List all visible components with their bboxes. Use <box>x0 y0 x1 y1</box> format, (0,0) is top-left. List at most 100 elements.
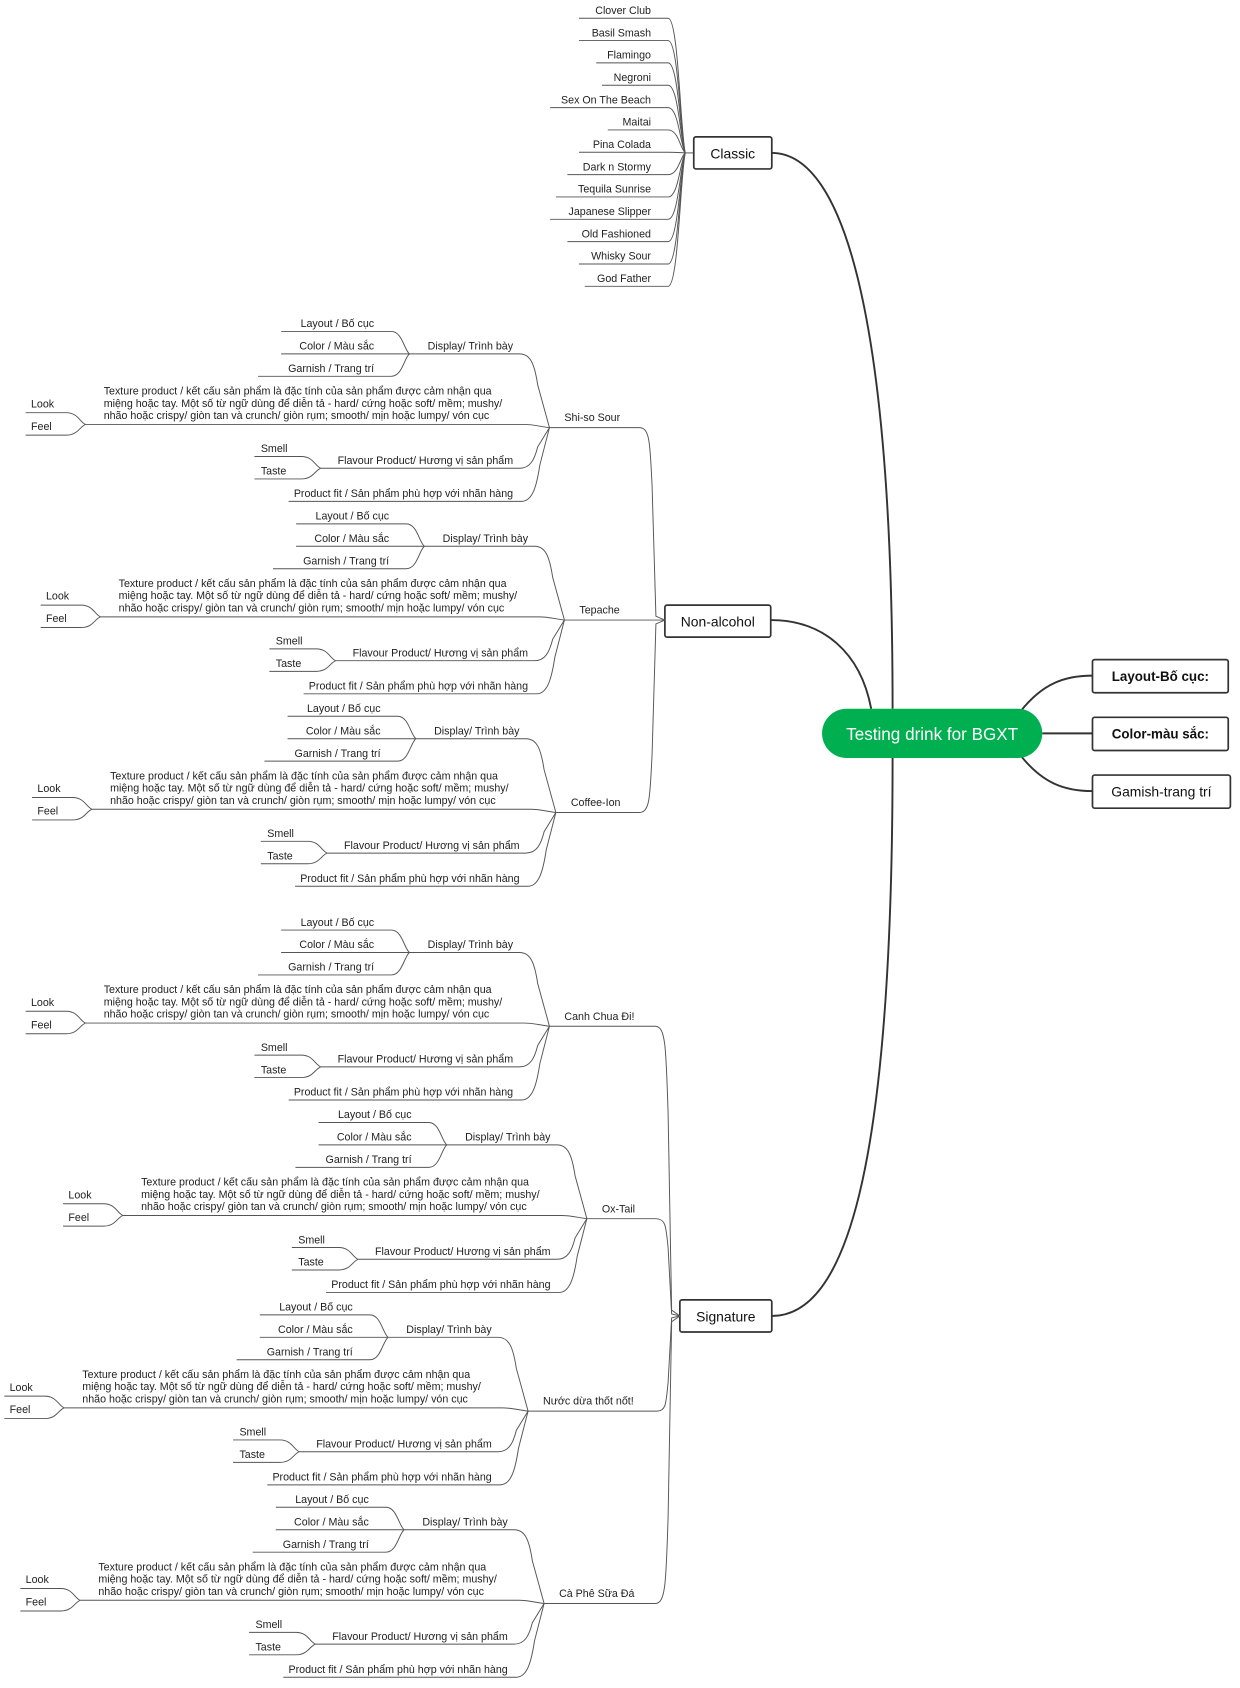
classic-item[interactable]: Dark n Stormy <box>567 152 686 176</box>
texture-branch[interactable]: Texture product / kết cấu sản phẩm là đặ… <box>63 1177 587 1227</box>
flavour-item[interactable]: Taste <box>260 851 328 865</box>
flavour-branch[interactable]: Flavour Product/ Hương vị sản phẩm Smell T… <box>233 1410 529 1463</box>
texture-branch[interactable]: Texture product / kết cấu sản phẩm là đặ… <box>32 770 556 821</box>
flavour-item[interactable]: Taste <box>233 1449 300 1463</box>
display-item[interactable]: Garnish / Trang trí <box>258 353 410 377</box>
flavour-item[interactable]: Taste <box>249 1642 316 1656</box>
flavour-item[interactable]: Taste <box>254 466 321 480</box>
display-item[interactable]: Color / Màu sắc <box>287 724 416 740</box>
topic-signature[interactable]: Signature <box>679 1299 773 1333</box>
flavour-item[interactable]: Taste <box>269 658 336 672</box>
branch-root-signature <box>771 757 894 1317</box>
texture-branch[interactable]: Texture product / kết cấu sản phẩm là đặ… <box>4 1369 529 1420</box>
drink-node[interactable]: Shi-so Sour <box>564 412 620 424</box>
product-fit-label: Product fit / Sản phẩm phù hợp với nhãn … <box>309 681 528 693</box>
drink-label: Cà Phê Sữa Đá <box>559 1588 634 1600</box>
flavour-branch[interactable]: Flavour Product/ Hương vị sản phẩm Smell T… <box>254 427 550 480</box>
display-item-label: Garnish / Trang trí <box>303 555 389 567</box>
display-item[interactable]: Color / Màu sắc <box>259 1323 389 1338</box>
texture-branch[interactable]: Texture product / kết cấu sản phẩm là đặ… <box>25 984 550 1035</box>
topic-layout[interactable]: Layout-Bố cục: <box>1091 658 1230 694</box>
mind-map-canvas: Testing drink for BGXT Layout-Bố cục: Co… <box>4 5 1232 1678</box>
flavour-label: Flavour Product/ Hương vị sản phẩm <box>375 1246 551 1258</box>
display-item-label: Layout / Bố cục <box>279 1302 353 1314</box>
drink-group: Ox-Tail Display/ Trình bày Layout / Bố cục… <box>63 1109 680 1317</box>
root-topic[interactable]: Testing drink for BGXT <box>822 708 1043 758</box>
display-label: Display/ Trình bày <box>465 1132 551 1144</box>
display-item[interactable]: Color / Màu sắc <box>281 340 410 355</box>
flavour-item[interactable]: Smell <box>269 636 336 662</box>
topic-non-alcohol[interactable]: Non-alcohol <box>664 604 772 639</box>
display-item-label: Garnish / Trang trí <box>283 1539 369 1551</box>
drink-group: Nước dừa thốt nốt! Display/ Trình bày Layo… <box>4 1302 680 1486</box>
texture-item[interactable]: Feel <box>20 1597 81 1612</box>
display-item[interactable]: Garnish / Trang trí <box>264 738 417 762</box>
texture-line <box>64 1407 529 1412</box>
texture-item[interactable]: Feel <box>25 421 86 436</box>
display-item[interactable]: Color / Màu sắc <box>281 938 410 953</box>
texture-item[interactable]: Feel <box>4 1404 65 1420</box>
display-item[interactable]: Garnish / Trang trí <box>252 1529 405 1553</box>
texture-item-label: Feel <box>46 613 67 625</box>
drink-node[interactable]: Cà Phê Sữa Đá <box>559 1588 634 1600</box>
mind-map-nodes: Testing drink for BGXT Layout-Bố cục: Co… <box>4 5 1232 1678</box>
drink-node[interactable]: Canh Chua Đi! <box>564 1011 634 1023</box>
texture-item[interactable]: Feel <box>63 1212 124 1227</box>
display-item[interactable]: Color / Màu sắc <box>275 1515 405 1531</box>
display-item[interactable]: Garnish / Trang trí <box>236 1336 389 1361</box>
classic-item-label: Whisky Sour <box>591 251 651 263</box>
texture-text-line: miệng hoặc tay. Một số từ ngữ dùng để di… <box>104 995 503 1008</box>
display-item[interactable]: Garnish / Trang trí <box>295 1144 448 1168</box>
display-item-label: Layout / Bố cục <box>295 1494 369 1506</box>
texture-item[interactable]: Feel <box>40 613 101 629</box>
display-item[interactable]: Color / Màu sắc <box>296 532 425 547</box>
flavour-item-label: Smell <box>255 1619 282 1631</box>
flavour-item[interactable]: Taste <box>291 1257 359 1271</box>
flavour-branch[interactable]: Flavour Product/ Hương vị sản phẩm Smell T… <box>269 619 565 672</box>
texture-text-line: Texture product / kết cấu sản phẩm là đặ… <box>104 386 492 398</box>
flavour-branch[interactable]: Flavour Product/ Hương vị sản phẩm Smell T… <box>291 1218 588 1271</box>
flavour-item-label: Smell <box>276 636 303 648</box>
classic-item-label: Dark n Stormy <box>583 161 652 173</box>
drink-node[interactable]: Coffee-Ion <box>571 797 621 809</box>
texture-branch[interactable]: Texture product / kết cấu sản phẩm là đặ… <box>20 1561 545 1612</box>
texture-text-line: nhão hoặc crispy/ giòn tan và crunch/ gi… <box>110 795 496 807</box>
texture-branch[interactable]: Texture product / kết cấu sản phẩm là đặ… <box>40 578 565 629</box>
classic-items: Clover Club Basil Smash Flamingo Negroni Sex… <box>550 5 686 287</box>
topic-color[interactable]: Color-màu sắc: <box>1091 716 1230 752</box>
flavour-item[interactable]: Taste <box>254 1064 321 1079</box>
topic-non-alcohol-label: Non-alcohol <box>681 613 755 629</box>
display-item[interactable]: Garnish / Trang trí <box>258 952 410 976</box>
texture-item[interactable]: Feel <box>32 806 93 821</box>
flavour-item[interactable]: Smell <box>254 443 321 469</box>
flavour-item[interactable]: Smell <box>254 1042 321 1068</box>
topic-classic[interactable]: Classic <box>692 136 773 170</box>
texture-branch[interactable]: Texture product / kết cấu sản phẩm là đặ… <box>25 386 550 436</box>
flavour-item[interactable]: Smell <box>260 828 328 854</box>
topic-garnish[interactable]: Gamish-trang trí <box>1091 774 1232 810</box>
display-item[interactable]: Garnish / Trang trí <box>273 545 425 570</box>
display-item-label: Color / Màu sắc <box>337 1131 412 1144</box>
display-item-label: Garnish / Trang trí <box>288 363 374 375</box>
drink-node[interactable]: Nước dừa thốt nốt! <box>543 1396 634 1408</box>
flavour-item[interactable]: Smell <box>291 1234 359 1260</box>
drink-node[interactable]: Tepache <box>579 605 619 617</box>
flavour-branch[interactable]: Flavour Product/ Hương vị sản phẩm Smell T… <box>254 1026 550 1079</box>
classic-item[interactable]: Basil Smash <box>578 27 686 154</box>
flavour-branch[interactable]: Flavour Product/ Hương vị sản phẩm Smell T… <box>249 1603 545 1656</box>
display-item-label: Layout / Bố cục <box>307 703 381 715</box>
texture-item-label: Feel <box>37 806 58 818</box>
classic-item-label: Pina Colada <box>593 139 651 151</box>
drink-connector <box>544 1315 681 1604</box>
flavour-item-label: Taste <box>276 658 302 670</box>
display-label: Display/ Trình bày <box>406 1324 492 1336</box>
display-item[interactable]: Color / Màu sắc <box>318 1131 447 1146</box>
flavour-branch[interactable]: Flavour Product/ Hương vị sản phẩm Smell T… <box>260 812 557 865</box>
flavour-item[interactable]: Smell <box>233 1427 300 1453</box>
texture-item[interactable]: Feel <box>25 1019 86 1035</box>
classic-item[interactable]: Pina Colada <box>578 139 686 154</box>
flavour-item[interactable]: Smell <box>249 1619 316 1645</box>
flavour-item-label: Smell <box>239 1427 266 1439</box>
drink-node[interactable]: Ox-Tail <box>602 1203 635 1215</box>
display-item-label: Color / Màu sắc <box>278 1323 353 1336</box>
